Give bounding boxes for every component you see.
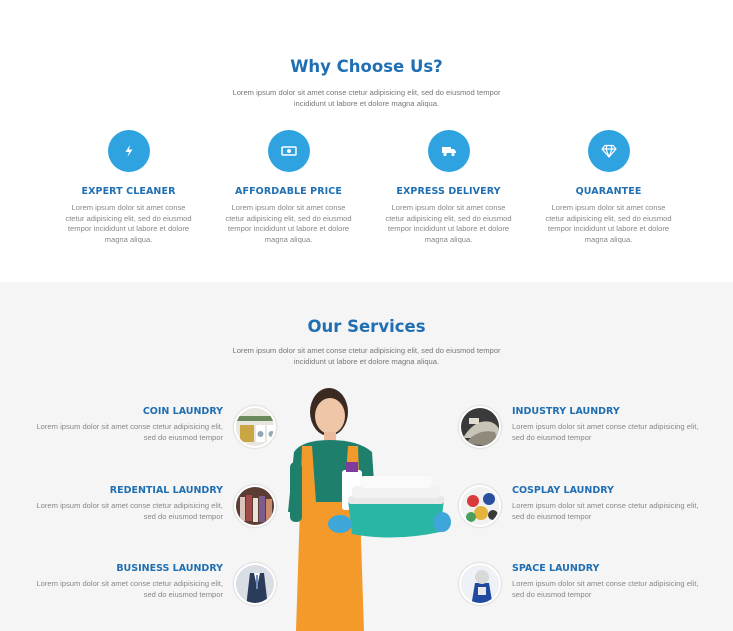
feature-desc: Lorem ipsum dolor sit amet conse ctetur … bbox=[65, 203, 192, 244]
service-desc: Lorem ipsum dolor sit amet conse ctetur … bbox=[36, 579, 223, 599]
feature-quarantee: QUARANTEE Lorem ipsum dolor sit amet con… bbox=[541, 130, 676, 245]
industry-laundry-image bbox=[459, 406, 501, 448]
diamond-icon bbox=[587, 130, 630, 172]
feature-title: EXPERT CLEANER bbox=[81, 186, 176, 197]
feature-desc: Lorem ipsum dolor sit amet conse ctetur … bbox=[385, 203, 512, 244]
our-services-section: Our Services Lorem ipsum dolor sit amet … bbox=[0, 282, 733, 631]
business-laundry-image bbox=[234, 563, 276, 605]
service-title: SPACE LAUNDRY bbox=[512, 563, 600, 574]
our-services-subtitle: Lorem ipsum dolor sit amet conse ctetur … bbox=[232, 346, 501, 366]
service-title: COSPLAY LAUNDRY bbox=[512, 485, 614, 496]
feature-title: AFFORDABLE PRICE bbox=[235, 186, 342, 197]
service-desc: Lorem ipsum dolor sit amet conse ctetur … bbox=[512, 501, 699, 521]
service-title: INDUSTRY LAUNDRY bbox=[512, 406, 620, 417]
cosplay-laundry-image bbox=[459, 485, 501, 527]
feature-expert-cleaner: EXPERT CLEANER Lorem ipsum dolor sit ame… bbox=[61, 130, 196, 245]
money-icon bbox=[267, 130, 310, 172]
feature-desc: Lorem ipsum dolor sit amet conse ctetur … bbox=[225, 203, 352, 244]
truck-icon bbox=[427, 130, 470, 172]
feature-affordable-price: AFFORDABLE PRICE Lorem ipsum dolor sit a… bbox=[221, 130, 356, 245]
service-industry-laundry: INDUSTRY LAUNDRY Lorem ipsum dolor sit a… bbox=[512, 406, 712, 443]
service-desc: Lorem ipsum dolor sit amet conse ctetur … bbox=[512, 579, 699, 599]
coin-laundry-image bbox=[234, 406, 276, 448]
feature-express-delivery: EXPRESS DELIVERY Lorem ipsum dolor sit a… bbox=[381, 130, 516, 245]
laundry-woman-image bbox=[282, 382, 452, 631]
service-desc: Lorem ipsum dolor sit amet conse ctetur … bbox=[36, 422, 223, 442]
service-title: BUSINESS LAUNDRY bbox=[116, 563, 223, 574]
our-services-title: Our Services bbox=[307, 317, 426, 336]
feature-desc: Lorem ipsum dolor sit amet conse ctetur … bbox=[545, 203, 672, 244]
why-choose-us-title: Why Choose Us? bbox=[290, 57, 443, 76]
service-desc: Lorem ipsum dolor sit amet conse ctetur … bbox=[36, 501, 223, 521]
redential-laundry-image bbox=[234, 485, 276, 527]
service-coin-laundry: COIN LAUNDRY Lorem ipsum dolor sit amet … bbox=[23, 406, 223, 443]
feature-title: EXPRESS DELIVERY bbox=[396, 186, 501, 197]
service-title: REDENTIAL LAUNDRY bbox=[109, 485, 223, 496]
why-choose-us-section: Why Choose Us? Lorem ipsum dolor sit ame… bbox=[0, 0, 733, 282]
service-desc: Lorem ipsum dolor sit amet conse ctetur … bbox=[512, 422, 699, 442]
lightning-icon bbox=[107, 130, 150, 172]
service-redential-laundry: REDENTIAL LAUNDRY Lorem ipsum dolor sit … bbox=[23, 485, 223, 522]
service-title: COIN LAUNDRY bbox=[142, 406, 223, 417]
why-choose-us-subtitle: Lorem ipsum dolor sit amet conse ctetur … bbox=[232, 88, 501, 108]
service-cosplay-laundry: COSPLAY LAUNDRY Lorem ipsum dolor sit am… bbox=[512, 485, 712, 522]
feature-title: QUARANTEE bbox=[575, 186, 642, 197]
service-business-laundry: BUSINESS LAUNDRY Lorem ipsum dolor sit a… bbox=[23, 563, 223, 600]
space-laundry-image bbox=[459, 563, 501, 605]
service-space-laundry: SPACE LAUNDRY Lorem ipsum dolor sit amet… bbox=[512, 563, 712, 600]
